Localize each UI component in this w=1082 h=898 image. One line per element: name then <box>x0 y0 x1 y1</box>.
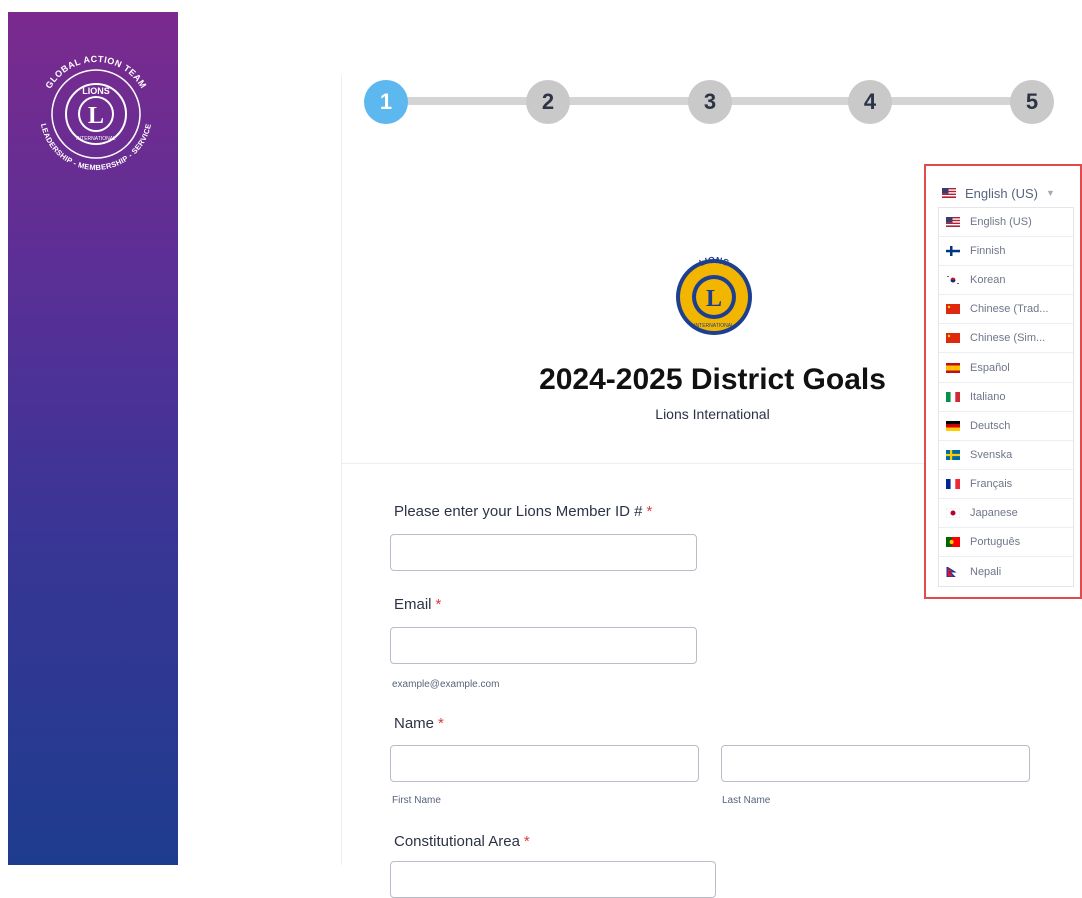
language-option-japanese[interactable]: Japanese <box>939 499 1073 529</box>
name-label: Name * <box>394 715 444 732</box>
japan-flag-icon <box>946 507 960 518</box>
logo-letter: L <box>706 286 722 312</box>
chevron-down-icon: ▼ <box>1045 188 1055 198</box>
email-input[interactable] <box>390 627 697 664</box>
language-option-chinese-traditional[interactable]: Chinese (Trad... <box>939 295 1073 325</box>
email-label: Email * <box>394 596 442 613</box>
logo-text-bottom: INTERNATIONAL <box>694 323 734 329</box>
step-3[interactable]: 3 <box>688 80 732 124</box>
spain-flag-icon <box>946 362 960 373</box>
language-option-portugues[interactable]: Português <box>939 528 1073 558</box>
language-dropdown[interactable]: English (US) ▼ <box>942 184 1082 202</box>
china-flag-icon <box>946 333 960 344</box>
constitutional-area-label: Constitutional Area * <box>394 833 530 850</box>
progress-stepper: 1 2 3 4 5 <box>364 80 1064 126</box>
member-id-label: Please enter your Lions Member ID # * <box>394 503 653 520</box>
language-option-italiano[interactable]: Italiano <box>939 383 1073 412</box>
seal-badge-text: LIONS <box>82 86 110 96</box>
language-selected: English (US) <box>965 185 1038 201</box>
global-action-team-seal: GLOBAL ACTION TEAM LEADERSHIP - MEMBERSH… <box>39 54 153 173</box>
lions-logo: L LIONS INTERNATIONAL <box>676 255 752 335</box>
step-4[interactable]: 4 <box>848 80 892 124</box>
sidebar-banner: GLOBAL ACTION TEAM LEADERSHIP - MEMBERSH… <box>8 12 178 865</box>
first-name-input[interactable] <box>390 745 699 782</box>
germany-flag-icon <box>946 420 960 431</box>
seal-bottom-text: LEADERSHIP - MEMBERSHIP - SERVICE <box>39 123 153 173</box>
language-option-korean[interactable]: Korean <box>939 266 1073 296</box>
language-option-svenska[interactable]: Svenska <box>939 441 1073 470</box>
last-name-input[interactable] <box>721 745 1030 782</box>
step-1[interactable]: 1 <box>364 80 408 124</box>
us-flag-icon <box>946 217 960 228</box>
svg-text:LEADERSHIP - MEMBERSHIP - SERV: LEADERSHIP - MEMBERSHIP - SERVICE <box>39 123 153 173</box>
finland-flag-icon <box>946 246 960 257</box>
italy-flag-icon <box>946 391 960 402</box>
language-option-chinese-simplified[interactable]: Chinese (Sim... <box>939 324 1073 354</box>
portugal-flag-icon <box>946 537 960 548</box>
language-option-deutsch[interactable]: Deutsch <box>939 412 1073 441</box>
korea-flag-icon <box>946 275 960 286</box>
france-flag-icon <box>946 478 960 489</box>
step-5[interactable]: 5 <box>1010 80 1054 124</box>
language-option-finnish[interactable]: Finnish <box>939 237 1073 267</box>
language-option-espanol[interactable]: Español <box>939 353 1073 383</box>
language-options-list: English (US) Finnish Korean Chinese (Tra… <box>938 207 1074 588</box>
language-option-nepali[interactable]: Nepali <box>939 557 1073 586</box>
language-selector-highlight: English (US) ▼ English (US) Finnish Kore… <box>924 164 1082 599</box>
us-flag-icon <box>942 188 956 198</box>
step-2[interactable]: 2 <box>526 80 570 124</box>
seal-badge-lower: INTERNATIONAL <box>76 136 116 142</box>
nepal-flag-icon <box>946 566 957 577</box>
email-help: example@example.com <box>392 679 500 690</box>
member-id-input[interactable] <box>390 534 697 571</box>
constitutional-area-select[interactable] <box>390 861 716 898</box>
language-option-english[interactable]: English (US) <box>939 208 1073 238</box>
sweden-flag-icon <box>946 449 960 460</box>
language-option-francais[interactable]: Français <box>939 470 1073 499</box>
china-flag-icon <box>946 304 960 315</box>
first-name-help: First Name <box>392 795 441 806</box>
last-name-help: Last Name <box>722 795 771 806</box>
svg-text:L: L <box>88 103 104 129</box>
